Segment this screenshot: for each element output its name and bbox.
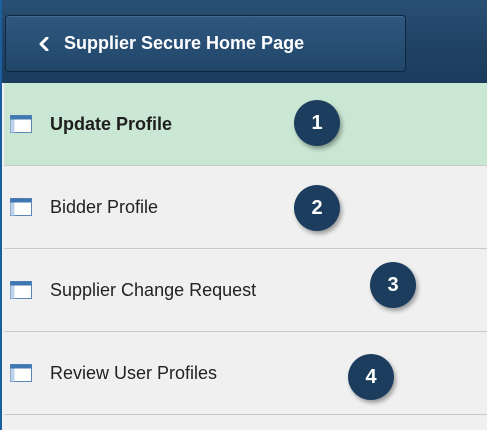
menu-list: Update Profile Bidder Profile Supplier C… bbox=[4, 83, 487, 415]
callout-badge-4: 4 bbox=[348, 354, 394, 400]
navigation-panel: Supplier Secure Home Page Update Profile bbox=[0, 0, 487, 430]
menu-item-label: Update Profile bbox=[50, 113, 173, 134]
menu-item-bidder-profile[interactable]: Bidder Profile bbox=[4, 166, 487, 249]
back-button[interactable]: Supplier Secure Home Page bbox=[5, 15, 406, 72]
menu-item-update-profile[interactable]: Update Profile bbox=[4, 83, 487, 166]
callout-badge-2: 2 bbox=[294, 185, 340, 231]
page-icon bbox=[10, 197, 34, 217]
menu-item-review-user-profiles[interactable]: Review User Profiles bbox=[4, 332, 487, 415]
back-button-label: Supplier Secure Home Page bbox=[64, 33, 305, 53]
menu-item-label: Supplier Change Request bbox=[50, 279, 257, 300]
chevron-left-icon bbox=[26, 36, 62, 51]
header-bar: Supplier Secure Home Page bbox=[2, 0, 487, 83]
page-icon bbox=[10, 114, 34, 134]
menu-item-label: Review User Profiles bbox=[50, 362, 218, 383]
page-icon bbox=[10, 363, 34, 383]
callout-badge-1: 1 bbox=[294, 100, 340, 146]
menu-item-label: Bidder Profile bbox=[50, 196, 159, 217]
page-icon bbox=[10, 280, 34, 300]
callout-badge-3: 3 bbox=[370, 262, 416, 308]
